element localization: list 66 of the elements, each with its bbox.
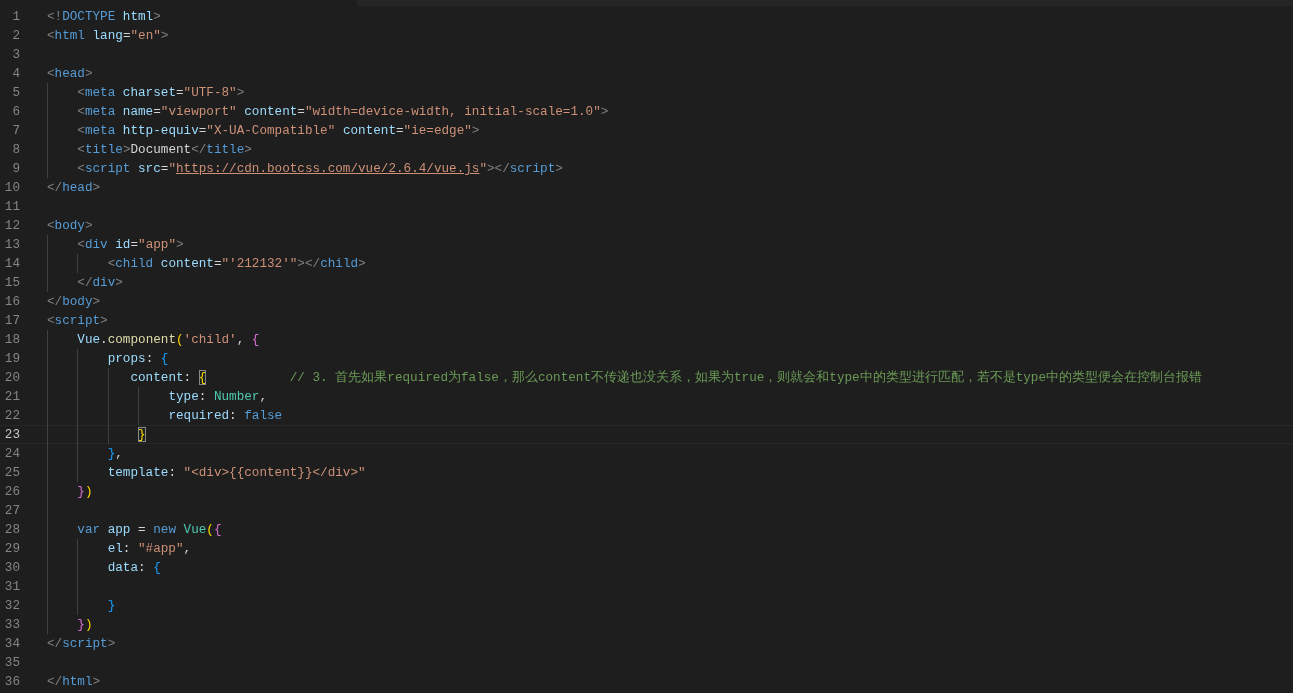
line-number: 17 — [3, 313, 20, 328]
line-number: 4 — [11, 66, 20, 81]
line-number: 14 — [3, 256, 20, 271]
code-line: } — [107, 598, 116, 613]
code-line: template: "<div>{{content}}</div>" — [107, 465, 366, 480]
line-number: 18 — [3, 332, 20, 347]
line-number: 32 — [3, 598, 20, 613]
line-number: 13 — [3, 237, 20, 252]
code-line: <script> — [47, 313, 108, 328]
line-number: 3 — [11, 47, 20, 62]
code-line: }) — [77, 617, 93, 632]
code-line: <html lang="en"> — [47, 28, 169, 43]
line-number: 26 — [3, 484, 20, 499]
code-line: <!DOCTYPE html> — [47, 9, 161, 24]
line-number: 20 — [3, 370, 20, 385]
line-number: 25 — [3, 465, 20, 480]
code-line: </div> — [77, 275, 123, 290]
code-line: <meta http-equiv="X-UA-Compatible" content="ie=edge"> — [77, 123, 480, 138]
code-line: required: false — [168, 408, 283, 423]
code-line: </head> — [47, 180, 101, 195]
line-number: 1 — [11, 9, 20, 24]
line-number: 15 — [3, 275, 20, 290]
line-number: 33 — [3, 617, 20, 632]
code-line: el: "#app", — [107, 541, 192, 556]
line-number: 10 — [3, 180, 20, 195]
code-line: <div id="app"> — [77, 237, 184, 252]
line-number: 16 — [3, 294, 20, 309]
line-number: 28 — [3, 522, 20, 537]
code-line: type: Number, — [168, 389, 267, 404]
line-number: 35 — [3, 655, 20, 670]
code-line: data: { — [107, 560, 161, 575]
code-line: }) — [77, 484, 93, 499]
code-line: <body> — [47, 218, 93, 233]
line-number: 23 — [3, 427, 20, 442]
line-number: 7 — [11, 123, 20, 138]
line-number: 22 — [3, 408, 20, 423]
code-line: </body> — [47, 294, 101, 309]
code-line: props: { — [107, 351, 169, 366]
code-line: <child content="'212132'"></child> — [107, 256, 366, 271]
line-number: 24 — [3, 446, 20, 461]
code-line: }, — [107, 446, 123, 461]
line-number: 34 — [3, 636, 20, 651]
code-line: <title>Document</title> — [77, 142, 252, 157]
code-line: <script src="https://cdn.bootcss.com/vue/2.6.4/vue.js"></script> — [77, 161, 563, 176]
line-number: 36 — [3, 674, 20, 689]
code-line: content: { // 3. 首先如果required为false，那么content不传递也没关系，如果为true，则就会和type中的类型进行匹配，若不是type中的类型便会在控制台报错 — [130, 369, 1203, 386]
line-number: 8 — [11, 142, 20, 157]
line-number: 5 — [11, 85, 20, 100]
line-number: 11 — [3, 199, 20, 214]
code-line: <meta charset="UTF-8"> — [77, 85, 245, 100]
line-number: 31 — [3, 579, 20, 594]
line-number: 2 — [11, 28, 20, 43]
line-number: 12 — [3, 218, 20, 233]
line-number: 30 — [3, 560, 20, 575]
line-number: 27 — [3, 503, 20, 518]
line-number: 9 — [11, 161, 20, 176]
code-line: </html> — [47, 674, 101, 689]
code-line: Vue.component('child', { — [77, 332, 260, 347]
line-number: 19 — [3, 351, 20, 366]
line-number: 6 — [11, 104, 20, 119]
code-line: </script> — [47, 636, 116, 651]
code-line: <meta name="viewport" content="width=device-width, initial-scale=1.0"> — [77, 104, 609, 119]
line-number: 29 — [3, 541, 20, 556]
line-number: 21 — [3, 389, 20, 404]
code-line: var app = new Vue({ — [77, 522, 222, 537]
code-line: <head> — [47, 66, 93, 81]
